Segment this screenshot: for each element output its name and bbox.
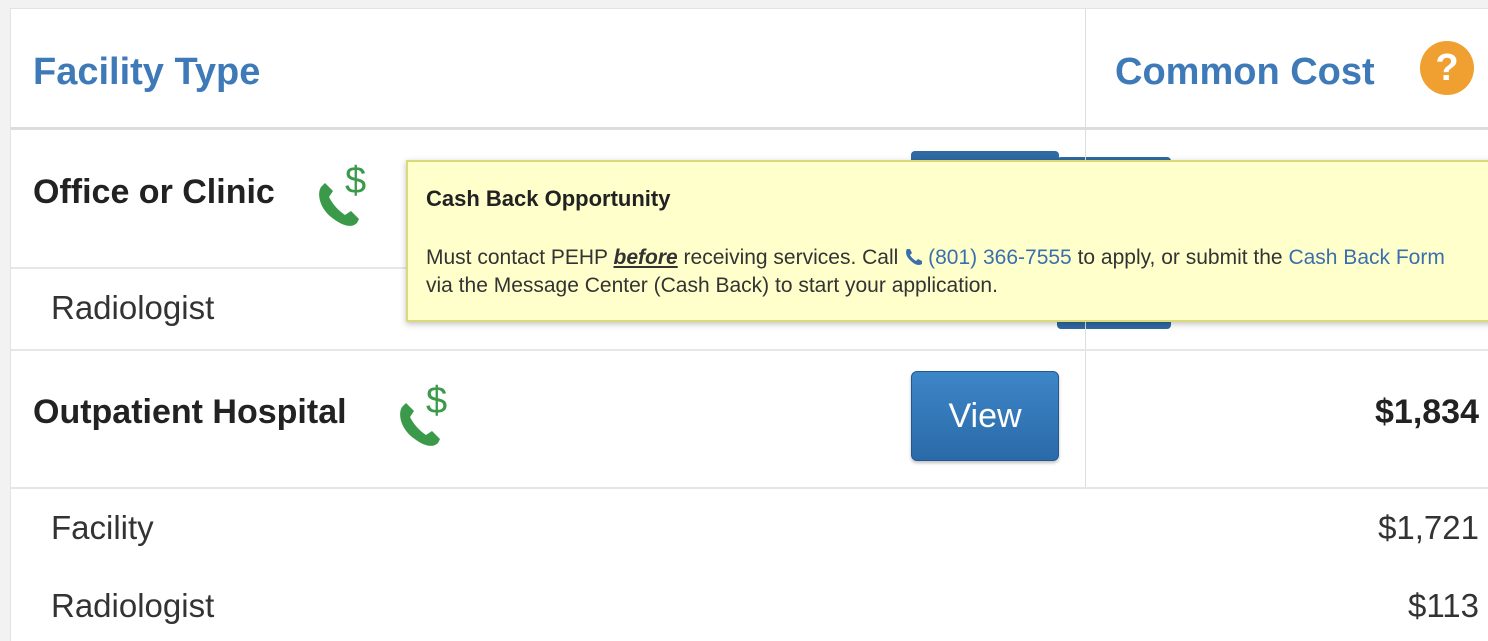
sub-row-label-facility: Facility bbox=[51, 509, 154, 546]
svg-text:$: $ bbox=[426, 380, 447, 422]
svg-text:$: $ bbox=[345, 160, 366, 202]
facility-cost-table: Facility Type Common Cost ? Office or Cl… bbox=[10, 8, 1488, 641]
cash-back-phone-icon: $ bbox=[400, 380, 447, 446]
help-icon[interactable]: ? bbox=[1420, 41, 1474, 95]
sub-row-label-radiologist: Radiologist bbox=[51, 289, 215, 326]
phone-number[interactable]: (801) 366-7555 bbox=[928, 246, 1072, 269]
row-title-office-clinic: Office or Clinic bbox=[33, 173, 275, 211]
tooltip-text: receiving services. Call bbox=[677, 246, 905, 269]
tooltip-text: to apply, or submit the bbox=[1071, 246, 1289, 269]
cash-back-form-link[interactable]: Cash Back Form bbox=[1288, 246, 1444, 269]
common-cost-header: Common Cost bbox=[1115, 51, 1375, 93]
sub-row-amount-radiologist: $113 bbox=[1408, 587, 1479, 624]
column-divider bbox=[1085, 9, 1086, 127]
sub-row-label-radiologist: Radiologist bbox=[51, 587, 215, 624]
phone-icon bbox=[906, 249, 923, 265]
tooltip-text: via the Message Center (Cash Back) to st… bbox=[426, 274, 998, 297]
facility-type-header: Facility Type bbox=[33, 51, 261, 93]
row-title-outpatient-hospital: Outpatient Hospital bbox=[33, 393, 347, 431]
tooltip-title: Cash Back Opportunity bbox=[426, 186, 671, 211]
header-divider bbox=[11, 127, 1488, 130]
cash-back-tooltip: Cash Back Opportunity Must contact PEHP … bbox=[406, 160, 1488, 322]
common-cost-outpatient-hospital: $1,834 bbox=[1375, 393, 1479, 431]
column-divider bbox=[1085, 322, 1086, 349]
tooltip-emphasis: before bbox=[613, 246, 678, 269]
sub-row-amount-facility: $1,721 bbox=[1378, 509, 1479, 546]
tooltip-body: Must contact PEHP before receiving servi… bbox=[426, 244, 1476, 300]
cash-back-phone-icon: $ bbox=[319, 160, 366, 226]
tooltip-text: Must contact PEHP bbox=[426, 246, 614, 269]
view-button-outpatient-hospital[interactable]: View bbox=[911, 371, 1059, 461]
column-divider bbox=[1085, 351, 1086, 489]
row-divider bbox=[11, 487, 1488, 489]
row-divider bbox=[11, 349, 1488, 351]
phone-link[interactable]: (801) 366-7555 bbox=[904, 246, 1072, 269]
